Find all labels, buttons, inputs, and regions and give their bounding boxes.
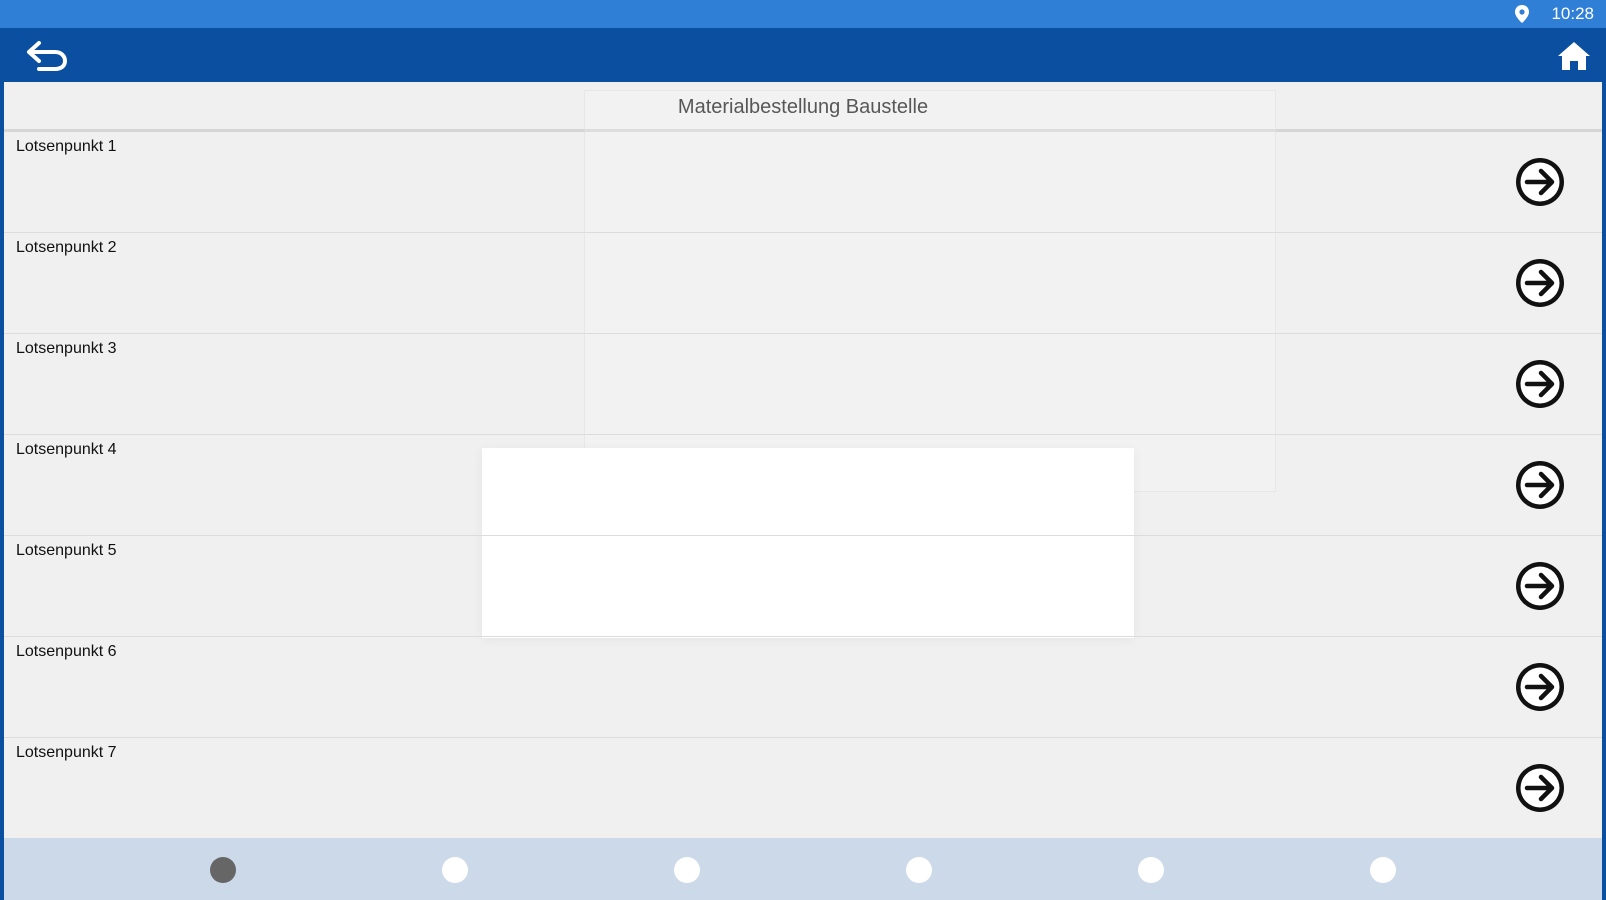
- page-dot-5[interactable]: [1138, 857, 1164, 883]
- home-button[interactable]: [1554, 36, 1594, 76]
- list-item-label: Lotsenpunkt 1: [16, 138, 117, 155]
- list-item-label: Lotsenpunkt 4: [16, 441, 117, 458]
- page-dot-6[interactable]: [1370, 857, 1396, 883]
- back-button[interactable]: [22, 36, 72, 74]
- status-bar: 10:28: [0, 0, 1606, 28]
- main-content: Materialbestellung Baustelle Lotsenpunkt…: [4, 82, 1602, 838]
- arrow-right-circle-icon[interactable]: [1514, 459, 1566, 511]
- page-dot-1[interactable]: [210, 857, 236, 883]
- app-bar: [0, 28, 1606, 82]
- list-item-label: Lotsenpunkt 6: [16, 643, 117, 660]
- back-arrow-icon: [27, 41, 68, 71]
- status-bar-right: 10:28: [1515, 0, 1594, 28]
- list-item-lotsenpunkt-5[interactable]: Lotsenpunkt 5: [4, 536, 1602, 637]
- home-icon: [1558, 42, 1590, 70]
- list-item-label: Lotsenpunkt 3: [16, 340, 117, 357]
- list-item-lotsenpunkt-2[interactable]: Lotsenpunkt 2: [4, 233, 1602, 334]
- arrow-right-circle-icon[interactable]: [1514, 257, 1566, 309]
- list-item-lotsenpunkt-4[interactable]: Lotsenpunkt 4: [4, 435, 1602, 536]
- arrow-right-circle-icon[interactable]: [1514, 358, 1566, 410]
- arrow-right-circle-icon[interactable]: [1514, 661, 1566, 713]
- page-title: Materialbestellung Baustelle: [4, 82, 1602, 132]
- location-pin-icon: [1515, 5, 1530, 23]
- list-item-label: Lotsenpunkt 7: [16, 744, 117, 761]
- arrow-right-circle-icon[interactable]: [1514, 156, 1566, 208]
- list-item-label: Lotsenpunkt 5: [16, 542, 117, 559]
- page-dot-2[interactable]: [442, 857, 468, 883]
- lotsenpunkt-list: Lotsenpunkt 1 Lotsenpunkt 2 Lotsenpunkt …: [4, 132, 1602, 839]
- page-indicator: [4, 838, 1602, 900]
- list-item-label: Lotsenpunkt 2: [16, 239, 117, 256]
- list-item-lotsenpunkt-1[interactable]: Lotsenpunkt 1: [4, 132, 1602, 233]
- list-item-lotsenpunkt-6[interactable]: Lotsenpunkt 6: [4, 637, 1602, 738]
- status-time: 10:28: [1551, 4, 1594, 23]
- list-item-lotsenpunkt-3[interactable]: Lotsenpunkt 3: [4, 334, 1602, 435]
- app-screen: 10:28 Materialbestellung Baustelle Lotse…: [0, 0, 1606, 900]
- list-item-lotsenpunkt-7[interactable]: Lotsenpunkt 7: [4, 738, 1602, 839]
- arrow-right-circle-icon[interactable]: [1514, 560, 1566, 612]
- page-dot-3[interactable]: [674, 857, 700, 883]
- right-frame-edge: [1602, 82, 1606, 900]
- arrow-right-circle-icon[interactable]: [1514, 762, 1566, 814]
- page-dot-4[interactable]: [906, 857, 932, 883]
